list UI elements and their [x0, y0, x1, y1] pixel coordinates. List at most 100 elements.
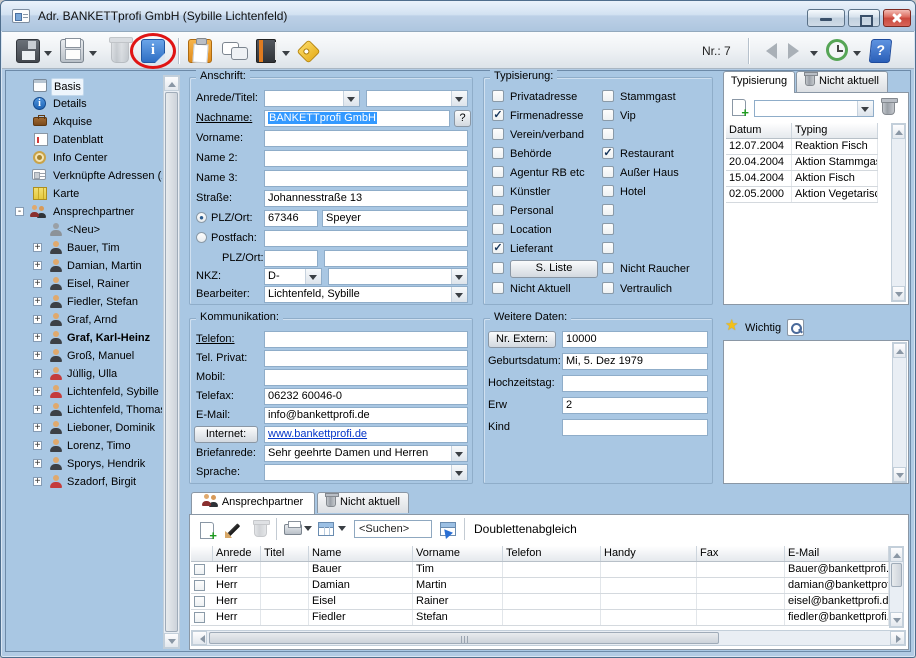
search-input[interactable]: <Suchen>	[354, 520, 432, 538]
website-link[interactable]: www.bankettprofi.de	[268, 428, 367, 440]
delete-typing-icon[interactable]	[882, 100, 895, 115]
vorname-field[interactable]	[264, 130, 468, 147]
add-contact-icon[interactable]	[198, 522, 216, 540]
column-fax[interactable]: Fax	[697, 546, 785, 561]
scroll-down-icon[interactable]	[892, 286, 905, 301]
ort-field[interactable]: Speyer	[322, 210, 468, 227]
export-grid-icon[interactable]	[440, 522, 456, 536]
mobil-field[interactable]	[264, 369, 468, 386]
sidebar-contact-graf-karl-heinz[interactable]: + Graf, Karl-Heinz	[9, 329, 162, 347]
sidebar-contact-lorenz[interactable]: + Lorenz, Timo	[9, 437, 162, 455]
tree-expander[interactable]: +	[33, 261, 42, 270]
tree-expander[interactable]: +	[33, 405, 42, 414]
history-dropdown-icon[interactable]	[853, 49, 861, 57]
postfach-radio[interactable]	[196, 232, 207, 243]
column-name[interactable]: Name	[309, 546, 413, 561]
sidebar-item-verknuepfte-adressen[interactable]: Verknüpfte Adressen (2)	[9, 167, 162, 185]
checkbox-personal[interactable]	[492, 204, 504, 216]
tree-expander[interactable]: +	[33, 387, 42, 396]
checkbox-empty-2[interactable]	[602, 204, 614, 216]
plz-field[interactable]: 67346	[264, 210, 318, 227]
checkbox-location[interactable]	[492, 223, 504, 235]
maximize-button[interactable]	[848, 9, 880, 27]
tree-expander[interactable]: +	[33, 423, 42, 432]
checkbox-agentur[interactable]	[492, 166, 504, 178]
tree-expander[interactable]: +	[33, 279, 42, 288]
contact-row[interactable]: Herr Bauer Tim Bauer@bankettprofi.de	[191, 562, 889, 578]
column-titel[interactable]: Titel	[261, 546, 309, 561]
scrollbar-thumb[interactable]	[209, 632, 719, 644]
tree-expander[interactable]: +	[33, 477, 42, 486]
typing-row[interactable]: 02.05.2000 Aktion Vegetarisch	[726, 187, 878, 203]
telefax-field[interactable]: 06232 60046-0	[264, 388, 468, 405]
sidebar-contact-eisel[interactable]: + Eisel, Rainer	[9, 275, 162, 293]
checkbox-firmenadresse[interactable]: ✓	[492, 109, 504, 121]
add-typing-icon[interactable]	[730, 99, 748, 117]
postfach-field[interactable]	[264, 230, 468, 247]
field-help-button[interactable]: ?	[454, 110, 471, 127]
contacts-table-hscrollbar[interactable]	[191, 630, 906, 646]
scroll-right-icon[interactable]	[890, 631, 905, 645]
grid-dropdown-icon[interactable]	[338, 524, 346, 532]
typing-row[interactable]: 15.04.2004 Aktion Fisch	[726, 171, 878, 187]
contact-row[interactable]: Herr Eisel Rainer eisel@bankettprofi.de	[191, 594, 889, 610]
sidebar-item-datenblatt[interactable]: Datenblatt	[9, 131, 162, 149]
titel-select[interactable]	[366, 90, 468, 107]
row-checkbox[interactable]	[194, 596, 205, 607]
name2-field[interactable]	[264, 150, 468, 167]
postfach-plz-field[interactable]	[264, 250, 318, 267]
wichtig-scrollbar[interactable]	[892, 342, 907, 483]
sidebar-contact-bauer[interactable]: + Bauer, Tim	[9, 239, 162, 257]
checkbox-kuenstler[interactable]	[492, 185, 504, 197]
sidebar-item-basis[interactable]: Basis	[9, 77, 162, 95]
row-checkbox[interactable]	[194, 564, 205, 575]
tree-expander[interactable]: -	[15, 207, 24, 216]
row-checkbox[interactable]	[194, 580, 205, 591]
close-button[interactable]	[883, 9, 911, 27]
save-icon[interactable]	[16, 39, 40, 63]
scroll-up-icon[interactable]	[892, 124, 905, 139]
forward-dropdown-icon[interactable]	[810, 49, 818, 57]
checkbox-hotel[interactable]	[602, 185, 614, 197]
history-icon[interactable]	[826, 39, 848, 61]
column-datum[interactable]: Datum	[726, 123, 792, 138]
plzort-radio[interactable]: ●	[196, 212, 207, 223]
tree-expander[interactable]: +	[33, 333, 42, 342]
sidebar-scrollbar[interactable]	[163, 75, 180, 649]
scroll-left-icon[interactable]	[192, 631, 207, 645]
tree-expander[interactable]: +	[33, 351, 42, 360]
checkbox-verein-verband[interactable]	[492, 128, 504, 140]
scroll-up-icon[interactable]	[893, 343, 906, 358]
column-vorname[interactable]: Vorname	[413, 546, 503, 561]
checkbox-nicht-raucher[interactable]	[602, 262, 614, 274]
postfach-ort-field[interactable]	[324, 250, 468, 267]
contact-row[interactable]: Herr Fiedler Stefan fiedler@bankettprofi…	[191, 610, 889, 626]
anrede-select[interactable]	[264, 90, 360, 107]
chat-icon[interactable]	[222, 39, 246, 63]
checkbox-stammgast[interactable]	[602, 90, 614, 102]
nr-extern-button[interactable]: Nr. Extern:	[488, 331, 556, 348]
print-dropdown-icon[interactable]	[89, 49, 97, 57]
tree-expander[interactable]: +	[33, 459, 42, 468]
sidebar-contact-szadorf[interactable]: + Szadorf, Birgit	[9, 473, 162, 491]
checkbox-nicht-aktuell[interactable]	[492, 282, 504, 294]
contacts-table-vscrollbar[interactable]	[889, 546, 904, 628]
column-telefon[interactable]: Telefon	[503, 546, 601, 561]
scrollbar-thumb[interactable]	[165, 92, 178, 632]
column-email[interactable]: E-Mail	[785, 546, 889, 561]
sidebar-contact-lichtenfeld-sybille[interactable]: + Lichtenfeld, Sybille	[9, 383, 162, 401]
scrollbar-thumb[interactable]	[891, 563, 902, 587]
magnifier-icon[interactable]	[787, 319, 804, 336]
address-book-icon[interactable]	[256, 39, 276, 63]
typing-table-scrollbar[interactable]	[891, 123, 906, 302]
tab-nicht-aktuell[interactable]: Nicht aktuell	[796, 71, 888, 92]
s-liste-button[interactable]: S. Liste	[510, 260, 598, 278]
checkbox-ausser-haus[interactable]	[602, 166, 614, 178]
print-dropdown-icon[interactable]	[304, 524, 312, 532]
sidebar-contact-neu[interactable]: <Neu>	[9, 221, 162, 239]
sidebar-item-akquise[interactable]: Akquise	[9, 113, 162, 131]
nr-extern-field[interactable]: 10000	[562, 331, 708, 348]
tab-typisierung[interactable]: Typisierung	[723, 71, 795, 93]
scroll-up-icon[interactable]	[164, 76, 179, 91]
internet-button[interactable]: Internet:	[194, 426, 258, 443]
